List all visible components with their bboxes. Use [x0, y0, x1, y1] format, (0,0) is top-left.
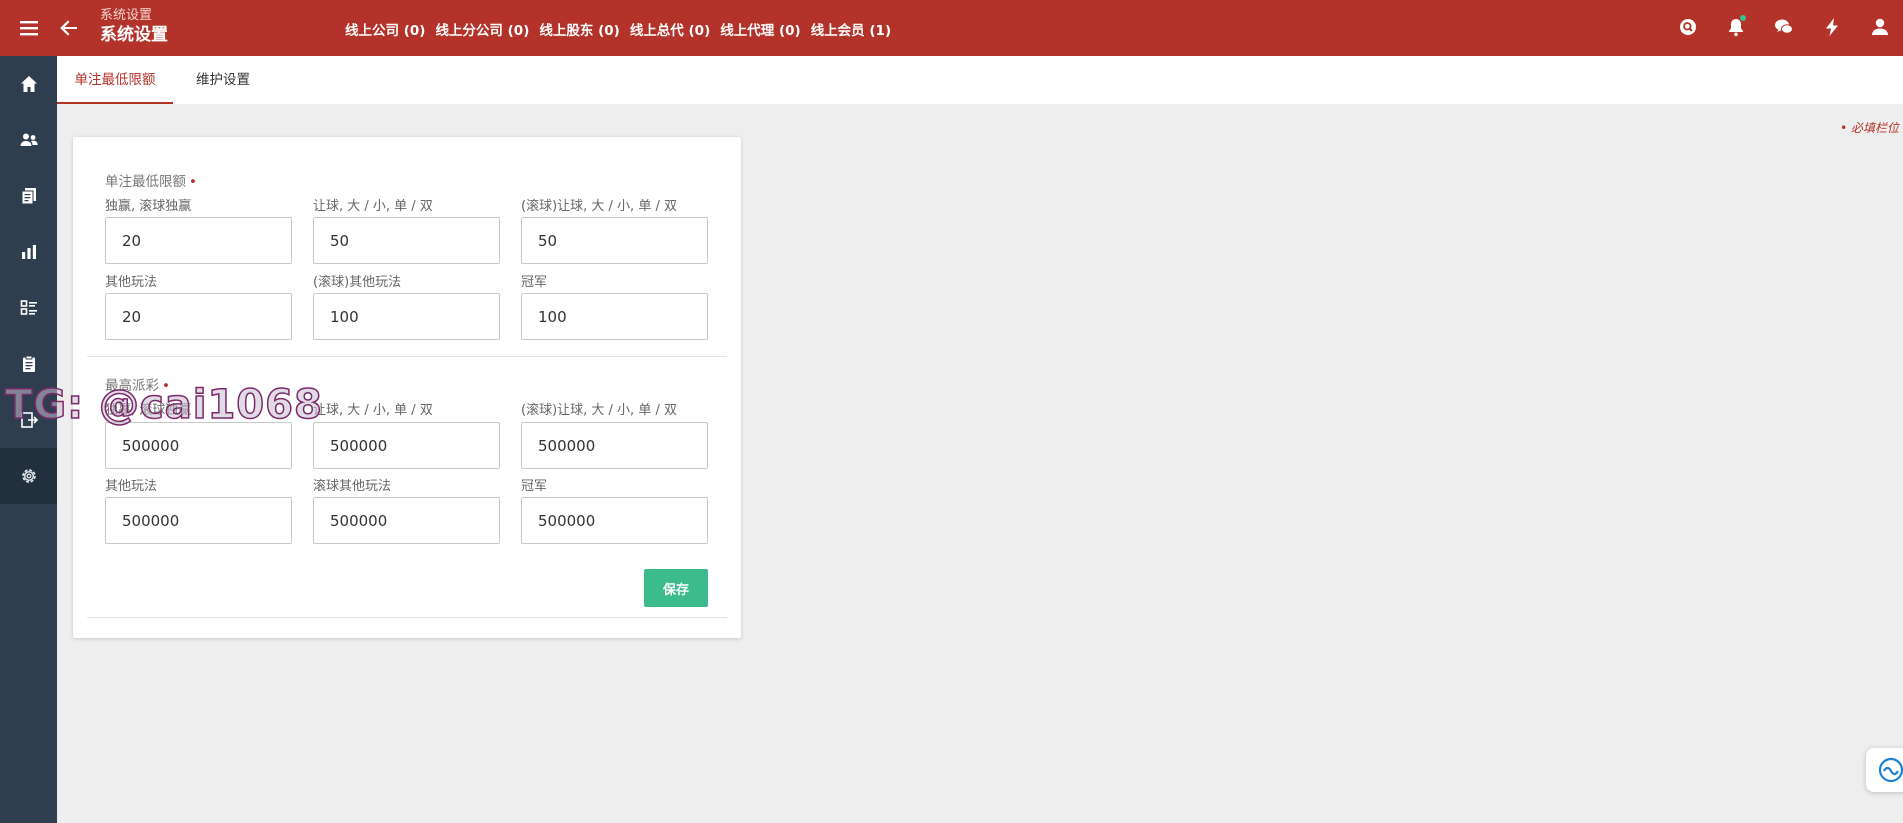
sidebar-item-list[interactable]	[0, 280, 57, 336]
field-label: (滚球)让球, 大 / 小, 单 / 双	[521, 403, 677, 418]
gear-icon	[21, 469, 36, 483]
support-icon	[1878, 757, 1903, 783]
max-payout-moneyline-input[interactable]	[105, 422, 292, 469]
chart-icon	[21, 245, 36, 259]
sidebar-item-settings[interactable]	[0, 448, 57, 504]
menu-icon[interactable]	[18, 17, 40, 39]
save-button[interactable]: 保存	[644, 569, 708, 607]
field-label: 独赢, 滚球独赢	[105, 403, 192, 418]
sidebar-item-clipboard[interactable]	[0, 336, 57, 392]
field-label: 独赢, 滚球独赢	[105, 199, 192, 214]
field-label: 冠军	[521, 479, 548, 494]
required-field-note: • 必填栏位	[1840, 121, 1899, 135]
min-bet-outright-input[interactable]	[521, 293, 708, 340]
section-divider	[87, 356, 727, 357]
back-arrow-icon[interactable]	[58, 17, 80, 39]
max-payout-other-input[interactable]	[105, 497, 292, 544]
stat-online-shareholders[interactable]: 线上股东 (0)	[539, 19, 619, 39]
settings-form-card: 单注最低限额• 独赢, 滚球独赢 让球, 大 / 小, 单 / 双 (滚球)让球…	[73, 137, 741, 638]
max-payout-section-title: 最高派彩 •	[105, 374, 170, 394]
max-payout-live-handicap-input[interactable]	[521, 422, 708, 469]
title-area: 系统设置 系统设置	[100, 7, 168, 46]
tab-bar: 单注最低限额 维护设置	[57, 56, 1903, 104]
tab-min-bet[interactable]: 单注最低限额	[57, 56, 173, 104]
sidebar-item-home[interactable]	[0, 56, 57, 112]
sidebar-item-documents[interactable]	[0, 168, 57, 224]
stat-online-general-agents[interactable]: 线上总代 (0)	[630, 19, 710, 39]
export-icon	[20, 412, 38, 428]
users-icon	[20, 133, 38, 146]
min-bet-other-input[interactable]	[105, 293, 292, 340]
sidebar-item-reports[interactable]	[0, 224, 57, 280]
field-label: 让球, 大 / 小, 单 / 双	[313, 403, 433, 418]
top-bar: 系统设置 系统设置 线上公司 (0) 线上分公司 (0) 线上股东 (0) 线上…	[0, 0, 1903, 56]
field-label: (滚球)让球, 大 / 小, 单 / 双	[521, 199, 677, 214]
online-stats: 线上公司 (0) 线上分公司 (0) 线上股东 (0) 线上总代 (0) 线上代…	[345, 19, 891, 39]
notification-dot	[1740, 15, 1746, 21]
list-icon	[20, 300, 37, 315]
min-bet-live-other-input[interactable]	[313, 293, 500, 340]
min-bet-title-text: 单注最低限额	[105, 174, 186, 190]
min-bet-moneyline-input[interactable]	[105, 217, 292, 264]
min-bet-handicap-input[interactable]	[313, 217, 500, 264]
user-icon[interactable]	[1869, 16, 1891, 38]
max-payout-live-other-input[interactable]	[313, 497, 500, 544]
chat-icon[interactable]	[1773, 16, 1795, 38]
min-bet-live-handicap-input[interactable]	[521, 217, 708, 264]
stat-online-members[interactable]: 线上会员 (1)	[811, 19, 891, 39]
footer-divider	[87, 617, 727, 618]
max-payout-handicap-input[interactable]	[313, 422, 500, 469]
tab-maintenance[interactable]: 维护设置	[173, 56, 273, 104]
field-label: 其他玩法	[105, 479, 158, 494]
home-icon	[20, 76, 37, 92]
field-label: (滚球)其他玩法	[313, 275, 402, 290]
stat-online-branches[interactable]: 线上分公司 (0)	[435, 19, 529, 39]
top-icons	[1677, 15, 1891, 38]
lightning-icon[interactable]	[1821, 16, 1843, 38]
stat-online-companies[interactable]: 线上公司 (0)	[345, 19, 425, 39]
required-mark: •	[162, 378, 170, 394]
field-label: 冠军	[521, 275, 548, 290]
search-icon[interactable]	[1677, 16, 1699, 38]
field-label: 让球, 大 / 小, 单 / 双	[313, 199, 433, 214]
max-payout-outright-input[interactable]	[521, 497, 708, 544]
field-label: 滚球其他玩法	[313, 479, 392, 494]
bell-icon[interactable]	[1725, 15, 1747, 38]
stat-online-agents[interactable]: 线上代理 (0)	[720, 19, 800, 39]
breadcrumb: 系统设置	[100, 8, 153, 23]
min-bet-section-title: 单注最低限额 •	[105, 170, 197, 190]
required-mark: •	[189, 174, 197, 190]
documents-icon	[21, 188, 36, 205]
field-label: 其他玩法	[105, 275, 158, 290]
support-widget[interactable]	[1866, 748, 1903, 792]
clipboard-icon	[22, 355, 35, 372]
sidebar	[0, 56, 57, 823]
max-payout-title-text: 最高派彩	[105, 378, 159, 394]
page-title: 系统设置	[100, 25, 168, 45]
sidebar-item-export[interactable]	[0, 392, 57, 448]
sidebar-item-users[interactable]	[0, 112, 57, 168]
